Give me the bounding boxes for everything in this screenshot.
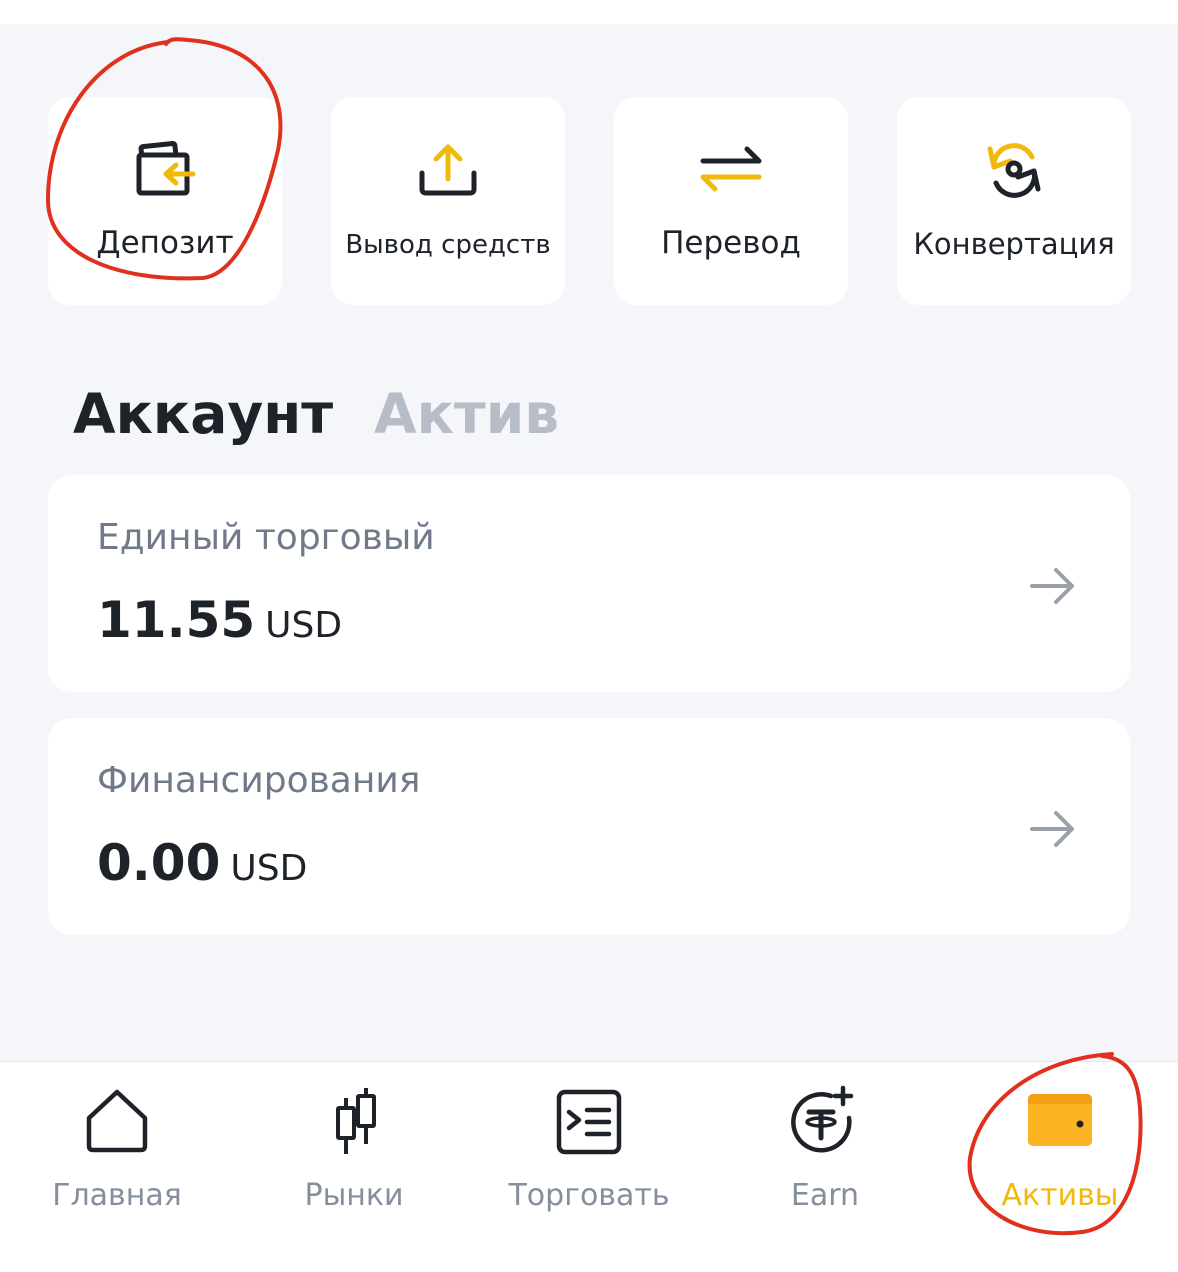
deposit-button[interactable]: Депозит [48, 97, 282, 305]
deposit-icon [133, 137, 197, 201]
nav-label: Торговать [508, 1178, 670, 1213]
account-title: Финансирования [97, 760, 421, 801]
nav-assets[interactable]: Активы [960, 1062, 1160, 1232]
nav-label: Рынки [304, 1178, 404, 1213]
nav-home[interactable]: Главная [17, 1062, 217, 1232]
transfer-button[interactable]: Перевод [614, 97, 848, 305]
convert-button[interactable]: Конвертация [897, 97, 1131, 305]
balance-currency: USD [265, 605, 343, 646]
balance-currency: USD [230, 848, 308, 889]
nav-markets[interactable]: Рынки [254, 1062, 454, 1232]
status-strip [0, 0, 1178, 24]
arrow-right-icon [1028, 804, 1078, 854]
nav-label: Активы [1001, 1178, 1119, 1213]
account-balance: 11.55 USD [97, 591, 342, 649]
deposit-label: Депозит [96, 225, 234, 261]
home-icon [79, 1084, 155, 1160]
withdraw-button[interactable]: Вывод средств [331, 97, 565, 305]
funding-account-card[interactable]: Финансирования 0.00 USD [48, 718, 1130, 935]
wallet-icon [1022, 1084, 1098, 1160]
nav-label: Earn [790, 1178, 860, 1213]
nav-earn[interactable]: Earn [725, 1062, 925, 1232]
tab-account[interactable]: Аккаунт [73, 382, 333, 446]
nav-label: Главная [52, 1178, 182, 1213]
convert-icon [982, 137, 1046, 201]
balance-value: 0.00 [97, 834, 221, 892]
earn-icon [787, 1084, 863, 1160]
unified-trading-account-card[interactable]: Единый торговый 11.55 USD [48, 475, 1130, 692]
tab-asset[interactable]: Актив [374, 382, 559, 446]
nav-trade[interactable]: Торговать [489, 1062, 689, 1232]
withdraw-label: Вывод средств [345, 230, 551, 260]
transfer-icon [699, 137, 763, 201]
trade-terminal-icon [551, 1084, 627, 1160]
transfer-label: Перевод [661, 225, 801, 261]
bottom-nav: Главная Рынки Торговать Earn Активы [0, 1061, 1178, 1272]
withdraw-icon [416, 137, 480, 201]
assets-page: Депозит Вывод средств Перевод Конвертаци… [0, 24, 1178, 1061]
balance-value: 11.55 [97, 591, 256, 649]
account-title: Единый торговый [97, 517, 435, 558]
arrow-right-icon [1028, 561, 1078, 611]
account-balance: 0.00 USD [97, 834, 307, 892]
candlestick-icon [316, 1084, 392, 1160]
convert-label: Конвертация [913, 227, 1115, 261]
